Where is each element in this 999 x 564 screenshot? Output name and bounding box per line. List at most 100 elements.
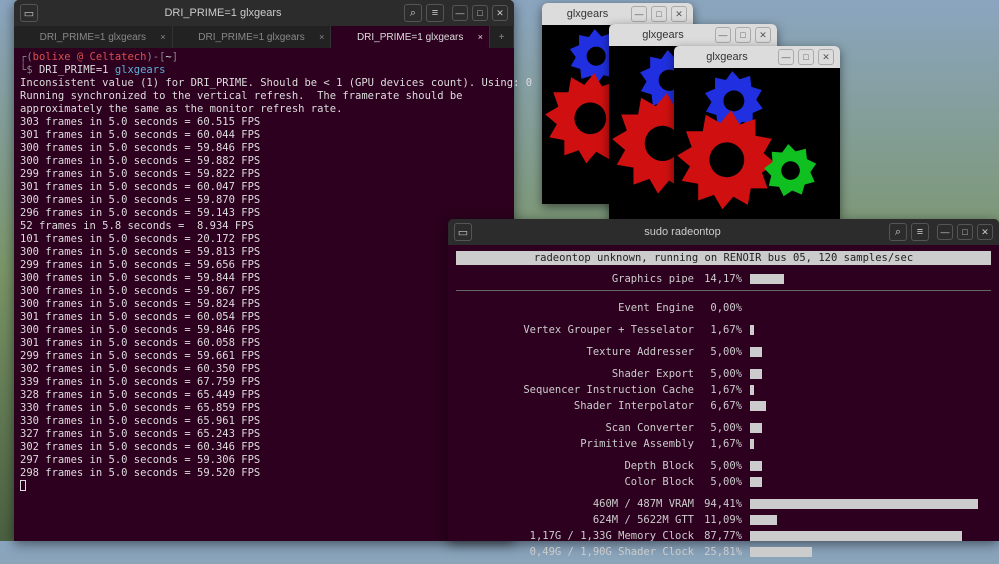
tab-close-icon[interactable]: × bbox=[478, 32, 483, 42]
stat-bar bbox=[750, 368, 991, 380]
radeontop-stat-row: Color Block 5,00% bbox=[456, 474, 991, 490]
radeontop-stat-row: Primitive Assembly 1,67% bbox=[456, 436, 991, 452]
radeontop-body: radeontop unknown, running on RENOIR bus… bbox=[448, 245, 999, 564]
stat-label: Scan Converter bbox=[456, 422, 702, 434]
stat-bar bbox=[750, 460, 991, 472]
glxgears-title: glxgears bbox=[615, 29, 711, 41]
radeontop-stat-row: 0,49G / 1,90G Shader Clock 25,81% bbox=[456, 544, 991, 560]
radeontop-stat-row: Scan Converter 5,00% bbox=[456, 420, 991, 436]
terminal-window: ▭ DRI_PRIME=1 glxgears ⌕ ≡ — □ ✕ DRI_PRI… bbox=[14, 0, 514, 541]
app-menu-icon[interactable]: ▭ bbox=[454, 223, 472, 241]
red-gear-icon bbox=[677, 110, 777, 210]
stat-percent: 87,77% bbox=[702, 530, 750, 542]
new-tab-button[interactable]: + bbox=[490, 26, 514, 48]
hamburger-icon[interactable]: ≡ bbox=[426, 4, 444, 22]
terminal-tabs: DRI_PRIME=1 glxgears×DRI_PRIME=1 glxgear… bbox=[14, 26, 514, 48]
radeontop-stat-row: Sequencer Instruction Cache 1,67% bbox=[456, 382, 991, 398]
stat-label: Primitive Assembly bbox=[456, 438, 702, 450]
stat-percent: 0,00% bbox=[702, 302, 750, 314]
close-button[interactable]: ✕ bbox=[818, 49, 834, 65]
stat-label: Color Block bbox=[456, 476, 702, 488]
minimize-button[interactable]: — bbox=[778, 49, 794, 65]
terminal-output[interactable]: ┌(bolixe @ Celtatech)-[~] └$ DRI_PRIME=1… bbox=[14, 48, 514, 498]
stat-label: 1,17G / 1,33G Memory Clock bbox=[456, 530, 702, 542]
minimize-button[interactable]: — bbox=[715, 27, 731, 43]
stat-bar bbox=[750, 476, 991, 488]
radeontop-stat-row: Event Engine 0,00% bbox=[456, 300, 991, 316]
app-menu-icon[interactable]: ▭ bbox=[20, 4, 38, 22]
maximize-button[interactable]: □ bbox=[651, 6, 667, 22]
glxgears-titlebar: glxgears — □ ✕ bbox=[609, 24, 777, 46]
glxgears-viewport bbox=[674, 68, 840, 219]
radeontop-stat-row: Shader Export 5,00% bbox=[456, 366, 991, 382]
radeontop-status: radeontop unknown, running on RENOIR bus… bbox=[456, 251, 991, 265]
search-icon[interactable]: ⌕ bbox=[889, 223, 907, 241]
stat-bar bbox=[750, 438, 991, 450]
terminal-tab[interactable]: DRI_PRIME=1 glxgears × bbox=[331, 26, 490, 48]
radeontop-stat-row: 1,17G / 1,33G Memory Clock 87,77% bbox=[456, 528, 991, 544]
hamburger-icon[interactable]: ≡ bbox=[911, 223, 929, 241]
stat-percent: 5,00% bbox=[702, 460, 750, 472]
stat-bar bbox=[750, 384, 991, 396]
radeontop-stat-row: Shader Interpolator 6,67% bbox=[456, 398, 991, 414]
radeontop-stat-row: Depth Block 5,00% bbox=[456, 458, 991, 474]
radeontop-stat-row: 460M / 487M VRAM 94,41% bbox=[456, 496, 991, 512]
tab-close-icon[interactable]: × bbox=[160, 32, 165, 42]
radeontop-title: sudo radeontop bbox=[476, 226, 889, 238]
terminal-tab[interactable]: DRI_PRIME=1 glxgears × bbox=[14, 26, 173, 48]
close-button[interactable]: ✕ bbox=[755, 27, 771, 43]
tab-close-icon[interactable]: × bbox=[319, 32, 324, 42]
stat-percent: 6,67% bbox=[702, 400, 750, 412]
tab-label: DRI_PRIME=1 glxgears bbox=[357, 32, 463, 43]
stat-bar bbox=[750, 324, 991, 336]
maximize-button[interactable]: □ bbox=[735, 27, 751, 43]
stat-percent: 94,41% bbox=[702, 498, 750, 510]
close-button[interactable]: ✕ bbox=[671, 6, 687, 22]
stat-percent: 11,09% bbox=[702, 514, 750, 526]
stat-label: Vertex Grouper + Tesselator bbox=[456, 324, 702, 336]
stat-label: 624M / 5622M GTT bbox=[456, 514, 702, 526]
terminal-tab[interactable]: DRI_PRIME=1 glxgears × bbox=[173, 26, 332, 48]
minimize-button[interactable]: — bbox=[452, 5, 468, 21]
green-gear-icon bbox=[764, 144, 817, 197]
stat-percent: 5,00% bbox=[702, 422, 750, 434]
glxgears-title: glxgears bbox=[548, 8, 627, 20]
stat-label: 0,49G / 1,90G Shader Clock bbox=[456, 546, 702, 558]
glxgears-title: glxgears bbox=[680, 51, 774, 63]
stat-bar bbox=[750, 422, 991, 434]
stat-label: Shader Export bbox=[456, 368, 702, 380]
glxgears-titlebar: glxgears — □ ✕ bbox=[674, 46, 840, 68]
stat-bar bbox=[750, 302, 991, 314]
close-button[interactable]: ✕ bbox=[977, 224, 993, 240]
glxgears-titlebar: glxgears — □ ✕ bbox=[542, 3, 693, 25]
close-button[interactable]: ✕ bbox=[492, 5, 508, 21]
stat-percent: 14,17% bbox=[702, 273, 750, 285]
stat-percent: 5,00% bbox=[702, 476, 750, 488]
minimize-button[interactable]: — bbox=[937, 224, 953, 240]
tab-label: DRI_PRIME=1 glxgears bbox=[198, 32, 304, 43]
stat-percent: 1,67% bbox=[702, 324, 750, 336]
maximize-button[interactable]: □ bbox=[957, 224, 973, 240]
radeontop-stat-row: Texture Addresser 5,00% bbox=[456, 344, 991, 360]
maximize-button[interactable]: □ bbox=[798, 49, 814, 65]
stat-bar bbox=[750, 498, 991, 510]
radeontop-stat-row: 624M / 5622M GTT 11,09% bbox=[456, 512, 991, 528]
search-icon[interactable]: ⌕ bbox=[404, 4, 422, 22]
stat-label: 460M / 487M VRAM bbox=[456, 498, 702, 510]
stat-bar bbox=[750, 346, 991, 358]
stat-bar bbox=[750, 400, 991, 412]
stat-label: Sequencer Instruction Cache bbox=[456, 384, 702, 396]
stat-percent: 5,00% bbox=[702, 368, 750, 380]
stat-label: Shader Interpolator bbox=[456, 400, 702, 412]
radeontop-stat-row: Vertex Grouper + Tesselator 1,67% bbox=[456, 322, 991, 338]
radeontop-stat-row: Graphics pipe 14,17% bbox=[456, 271, 991, 287]
terminal-titlebar: ▭ DRI_PRIME=1 glxgears ⌕ ≡ — □ ✕ bbox=[14, 0, 514, 26]
minimize-button[interactable]: — bbox=[631, 6, 647, 22]
maximize-button[interactable]: □ bbox=[472, 5, 488, 21]
stat-percent: 1,67% bbox=[702, 384, 750, 396]
stat-percent: 25,81% bbox=[702, 546, 750, 558]
tab-label: DRI_PRIME=1 glxgears bbox=[40, 32, 146, 43]
stat-label: Texture Addresser bbox=[456, 346, 702, 358]
stat-bar bbox=[750, 273, 991, 285]
radeontop-window: ▭ sudo radeontop ⌕ ≡ — □ ✕ radeontop unk… bbox=[448, 219, 999, 541]
